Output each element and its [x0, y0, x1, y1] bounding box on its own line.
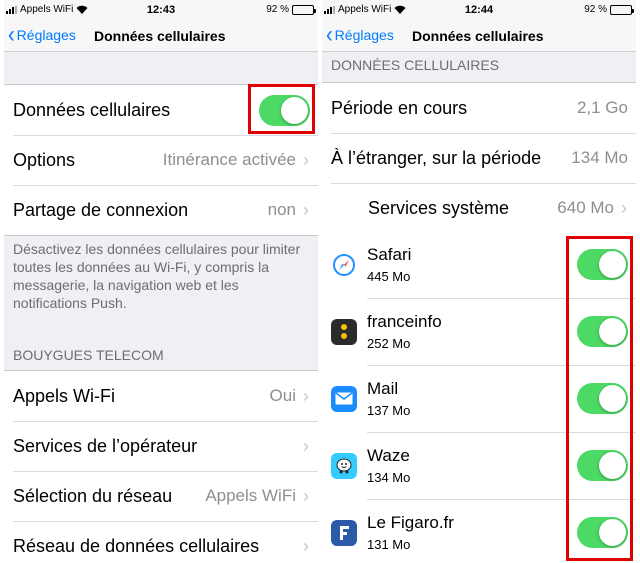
chevron-left-icon: ‹	[8, 21, 15, 49]
current-period-row: Période en cours 2,1 Go	[322, 83, 636, 133]
cellular-data-label: Données cellulaires	[13, 99, 171, 120]
battery-percent: 92 %	[266, 4, 289, 15]
app-name: Waze	[367, 446, 410, 465]
section-header: BOUYGUES TELECOM	[13, 347, 164, 363]
chevron-right-icon: ›	[303, 485, 309, 506]
chevron-right-icon: ›	[621, 197, 627, 218]
operator-group: Appels Wi-Fi Oui › Services de l’opérate…	[4, 370, 318, 563]
network-selection-value: Appels WiFi	[205, 486, 296, 505]
page-title: Données cellulaires	[94, 28, 226, 44]
right-screen: Appels WiFi 12:44 92 % ‹ Réglages Donnée…	[322, 0, 636, 563]
hotspot-row[interactable]: Partage de connexion non ›	[4, 185, 318, 235]
chevron-left-icon: ‹	[326, 21, 333, 49]
chevron-right-icon: ›	[303, 199, 309, 220]
usage-group: Période en cours 2,1 Go À l’étranger, su…	[322, 82, 636, 234]
roaming-period-value: 134 Mo	[571, 148, 628, 167]
options-row[interactable]: Options Itinérance activée ›	[4, 135, 318, 185]
cellular-note: Désactivez les données cellulaires pour …	[13, 241, 301, 311]
battery-percent: 92 %	[584, 4, 607, 15]
chevron-right-icon: ›	[303, 535, 309, 556]
wifi-calls-label: Appels Wi-Fi	[13, 385, 116, 406]
roaming-period-row: À l’étranger, sur la période 134 Mo	[322, 133, 636, 183]
page-title: Données cellulaires	[412, 28, 544, 44]
figaro-icon	[331, 519, 357, 546]
app-name: Mail	[367, 379, 399, 398]
safari-icon	[331, 251, 357, 278]
options-label: Options	[13, 149, 76, 170]
highlight-box	[566, 236, 633, 561]
app-size: 445 Mo	[367, 269, 411, 284]
network-selection-label: Sélection du réseau	[13, 485, 173, 506]
app-size: 137 Mo	[367, 403, 411, 418]
battery-icon	[610, 4, 634, 15]
chevron-right-icon: ›	[303, 149, 309, 170]
back-button[interactable]: ‹ Réglages	[326, 21, 394, 49]
hotspot-value: non	[267, 200, 296, 219]
system-services-label: Services système	[368, 197, 510, 218]
nav-bar: ‹ Réglages Données cellulaires	[322, 20, 636, 52]
chevron-right-icon: ›	[303, 385, 309, 406]
franceinfo-icon	[331, 318, 357, 345]
system-services-row[interactable]: Services système 640 Mo ›	[322, 183, 636, 233]
network-selection-row[interactable]: Sélection du réseau Appels WiFi ›	[4, 471, 318, 521]
operator-services-row[interactable]: Services de l’opérateur ›	[4, 421, 318, 471]
options-value: Itinérance activée	[162, 150, 296, 169]
app-size: 252 Mo	[367, 336, 411, 351]
hotspot-label: Partage de connexion	[13, 199, 189, 220]
operator-services-label: Services de l’opérateur	[13, 435, 198, 456]
nav-bar: ‹ Réglages Données cellulaires	[4, 20, 318, 52]
back-label: Réglages	[334, 27, 394, 43]
roaming-period-label: À l’étranger, sur la période	[331, 147, 542, 168]
back-label: Réglages	[16, 27, 76, 43]
section-header: DONNÉES CELLULAIRES	[331, 57, 500, 73]
highlight-box	[248, 84, 315, 134]
wifi-calls-row[interactable]: Appels Wi-Fi Oui ›	[4, 371, 318, 421]
app-name: Le Figaro.fr	[367, 513, 454, 532]
current-period-label: Période en cours	[331, 97, 468, 118]
battery-icon	[292, 4, 316, 15]
data-network-row[interactable]: Réseau de données cellulaires ›	[4, 521, 318, 563]
app-size: 134 Mo	[367, 470, 411, 485]
app-size: 131 Mo	[367, 537, 411, 552]
system-services-value: 640 Mo	[557, 198, 614, 217]
wifi-calls-value: Oui	[269, 386, 296, 405]
left-screen: Appels WiFi 12:43 92 % ‹ Réglages Donnée…	[4, 0, 318, 563]
mail-icon	[331, 385, 357, 412]
chevron-right-icon: ›	[303, 435, 309, 456]
status-bar: Appels WiFi 12:43 92 %	[4, 0, 318, 20]
status-bar: Appels WiFi 12:44 92 %	[322, 0, 636, 20]
current-period-value: 2,1 Go	[576, 98, 628, 117]
back-button[interactable]: ‹ Réglages	[8, 21, 76, 49]
data-network-label: Réseau de données cellulaires	[13, 535, 260, 556]
waze-icon	[331, 452, 357, 479]
app-name: Safari	[367, 245, 412, 264]
app-name: franceinfo	[367, 312, 442, 331]
